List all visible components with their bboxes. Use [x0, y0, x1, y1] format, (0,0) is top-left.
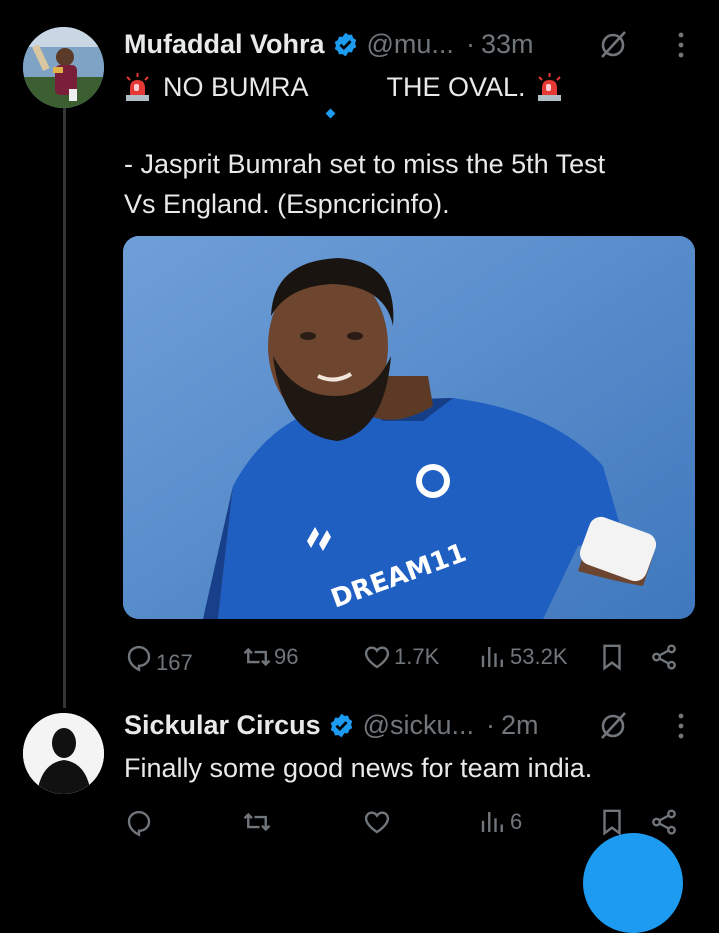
repost-count: 96 [274, 644, 299, 669]
heart-icon [364, 646, 390, 669]
bookmark-icon [603, 644, 621, 671]
text-gap [309, 72, 387, 119]
grok-icon[interactable] [598, 711, 628, 741]
handle[interactable]: @mu... [367, 29, 454, 60]
bookmark-button[interactable] [597, 637, 627, 677]
tweet-text-line: Finally some good news for team india. [124, 753, 593, 783]
tweet-text-line: - Jasprit Bumrah set to miss the 5th Tes… [124, 149, 606, 179]
more-vertical-icon[interactable] [676, 711, 686, 741]
tweet-text-line: NO BUMRA THE OVAL. [124, 69, 563, 119]
tweet-actions-bar: 167 96 1.7K 53.2K [124, 637, 696, 677]
views-count: 53.2K [510, 644, 568, 669]
views-count: 6 [510, 809, 523, 834]
share-icon [652, 644, 676, 670]
repost-icon [243, 812, 271, 832]
avatar-sickular-circus[interactable] [23, 713, 104, 794]
scroll-indicator-dot [325, 108, 335, 119]
tweet-media-image[interactable]: DREAM11 [123, 236, 695, 619]
handle[interactable]: @sicku... [363, 710, 474, 741]
avatar-image [23, 27, 104, 108]
bookmark-icon [603, 809, 621, 836]
separator-dot: · [465, 28, 475, 59]
tweet-text-part: NO BUMRA [163, 72, 309, 102]
grok-icon[interactable] [598, 30, 628, 60]
share-button[interactable] [649, 637, 679, 677]
display-name[interactable]: Sickular Circus [124, 710, 321, 741]
views-icon [481, 647, 503, 667]
like-button[interactable]: 1.7K [362, 637, 439, 677]
reply-button[interactable]: 167 [124, 637, 193, 677]
tweet-text-line: Vs England. (Espncricinfo). [124, 189, 450, 219]
separator-dot: · [486, 709, 496, 740]
compose-fab-button[interactable] [583, 833, 683, 933]
reply-icon [127, 645, 151, 672]
repost-icon [243, 647, 271, 667]
verified-badge-icon [334, 32, 356, 56]
reply-count: 167 [156, 650, 193, 675]
thread-connector-line [63, 108, 66, 708]
reply-icon [127, 810, 151, 837]
heart-icon [364, 811, 390, 834]
avatar-image [23, 713, 104, 794]
share-button[interactable] [649, 802, 679, 842]
avatar-mufaddal-vohra[interactable] [23, 27, 104, 108]
views-button[interactable]: 53.2K [478, 637, 568, 677]
siren-emoji-icon [126, 72, 149, 101]
timestamp[interactable]: 33m [481, 29, 534, 60]
media-photo: DREAM11 [123, 236, 695, 619]
more-vertical-icon[interactable] [676, 30, 686, 60]
like-count: 1.7K [394, 644, 440, 669]
tweet-text-part: THE OVAL. [386, 72, 526, 102]
repost-button[interactable]: 96 [242, 637, 298, 677]
verified-badge-icon [330, 713, 352, 737]
share-icon [652, 809, 676, 835]
siren-emoji-icon [537, 72, 561, 101]
display-name[interactable]: Mufaddal Vohra [124, 29, 325, 60]
views-button[interactable]: 6 [478, 802, 522, 842]
tweet-header: Mufaddal Vohra @mu... · 33m [124, 26, 533, 62]
repost-button[interactable] [242, 802, 274, 842]
tweet-actions-bar: 6 [124, 802, 696, 842]
like-button[interactable] [362, 802, 394, 842]
tweet-header: Sickular Circus @sicku... · 2m [124, 707, 539, 743]
timestamp[interactable]: 2m [501, 710, 539, 741]
views-icon [481, 812, 503, 832]
reply-button[interactable] [124, 802, 156, 842]
